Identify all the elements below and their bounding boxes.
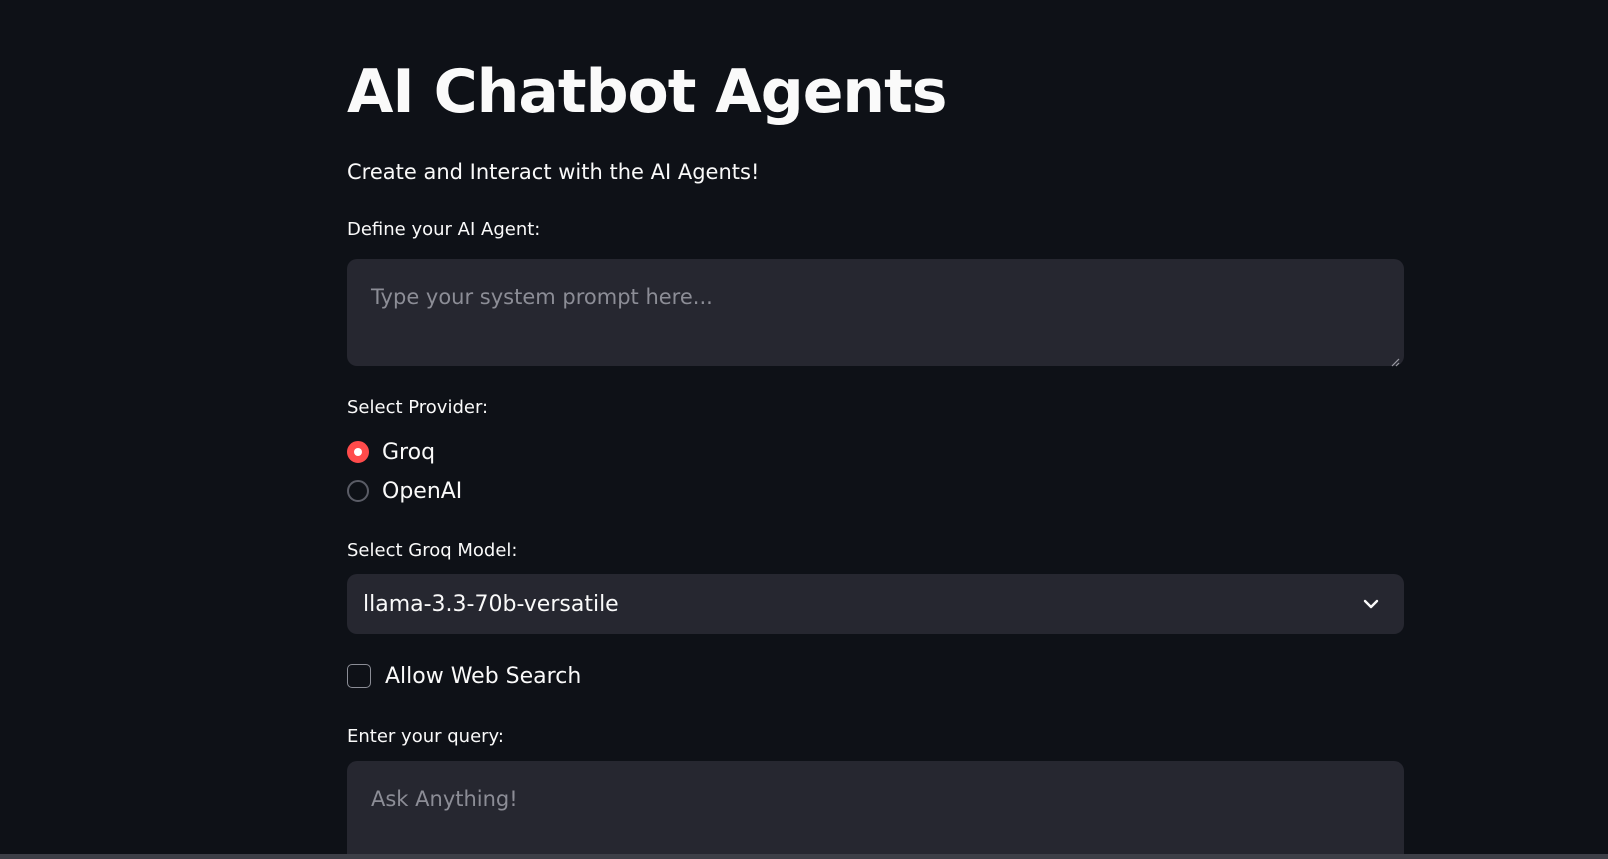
system-prompt-input[interactable] (347, 259, 1404, 366)
web-search-label: Allow Web Search (385, 663, 582, 689)
app-page: AI Chatbot Agents Create and Interact wi… (0, 0, 1608, 859)
provider-label: Select Provider: (347, 397, 489, 418)
query-label: Enter your query: (347, 726, 504, 747)
model-select-value: llama-3.3-70b-versatile (363, 591, 619, 617)
radio-selected-icon[interactable] (347, 441, 369, 463)
system-prompt-container (347, 259, 1404, 367)
query-input[interactable] (347, 761, 1404, 859)
provider-option-label: OpenAI (382, 478, 463, 504)
provider-option-label: Groq (382, 439, 436, 465)
web-search-checkbox[interactable] (347, 664, 371, 688)
radio-unselected-icon[interactable] (347, 480, 369, 502)
resize-handle-icon[interactable] (1390, 352, 1400, 367)
page-title: AI Chatbot Agents (347, 57, 947, 127)
provider-option-groq[interactable]: Groq (347, 436, 435, 468)
model-label: Select Groq Model: (347, 540, 518, 561)
model-select[interactable]: llama-3.3-70b-versatile (347, 574, 1404, 634)
system-prompt-label: Define your AI Agent: (347, 219, 541, 240)
web-search-toggle[interactable]: Allow Web Search (347, 660, 581, 692)
provider-option-openai[interactable]: OpenAI (347, 475, 462, 507)
bottom-divider (0, 854, 1608, 859)
chevron-down-icon[interactable] (1362, 595, 1380, 613)
page-subtitle: Create and Interact with the AI Agents! (347, 160, 760, 184)
